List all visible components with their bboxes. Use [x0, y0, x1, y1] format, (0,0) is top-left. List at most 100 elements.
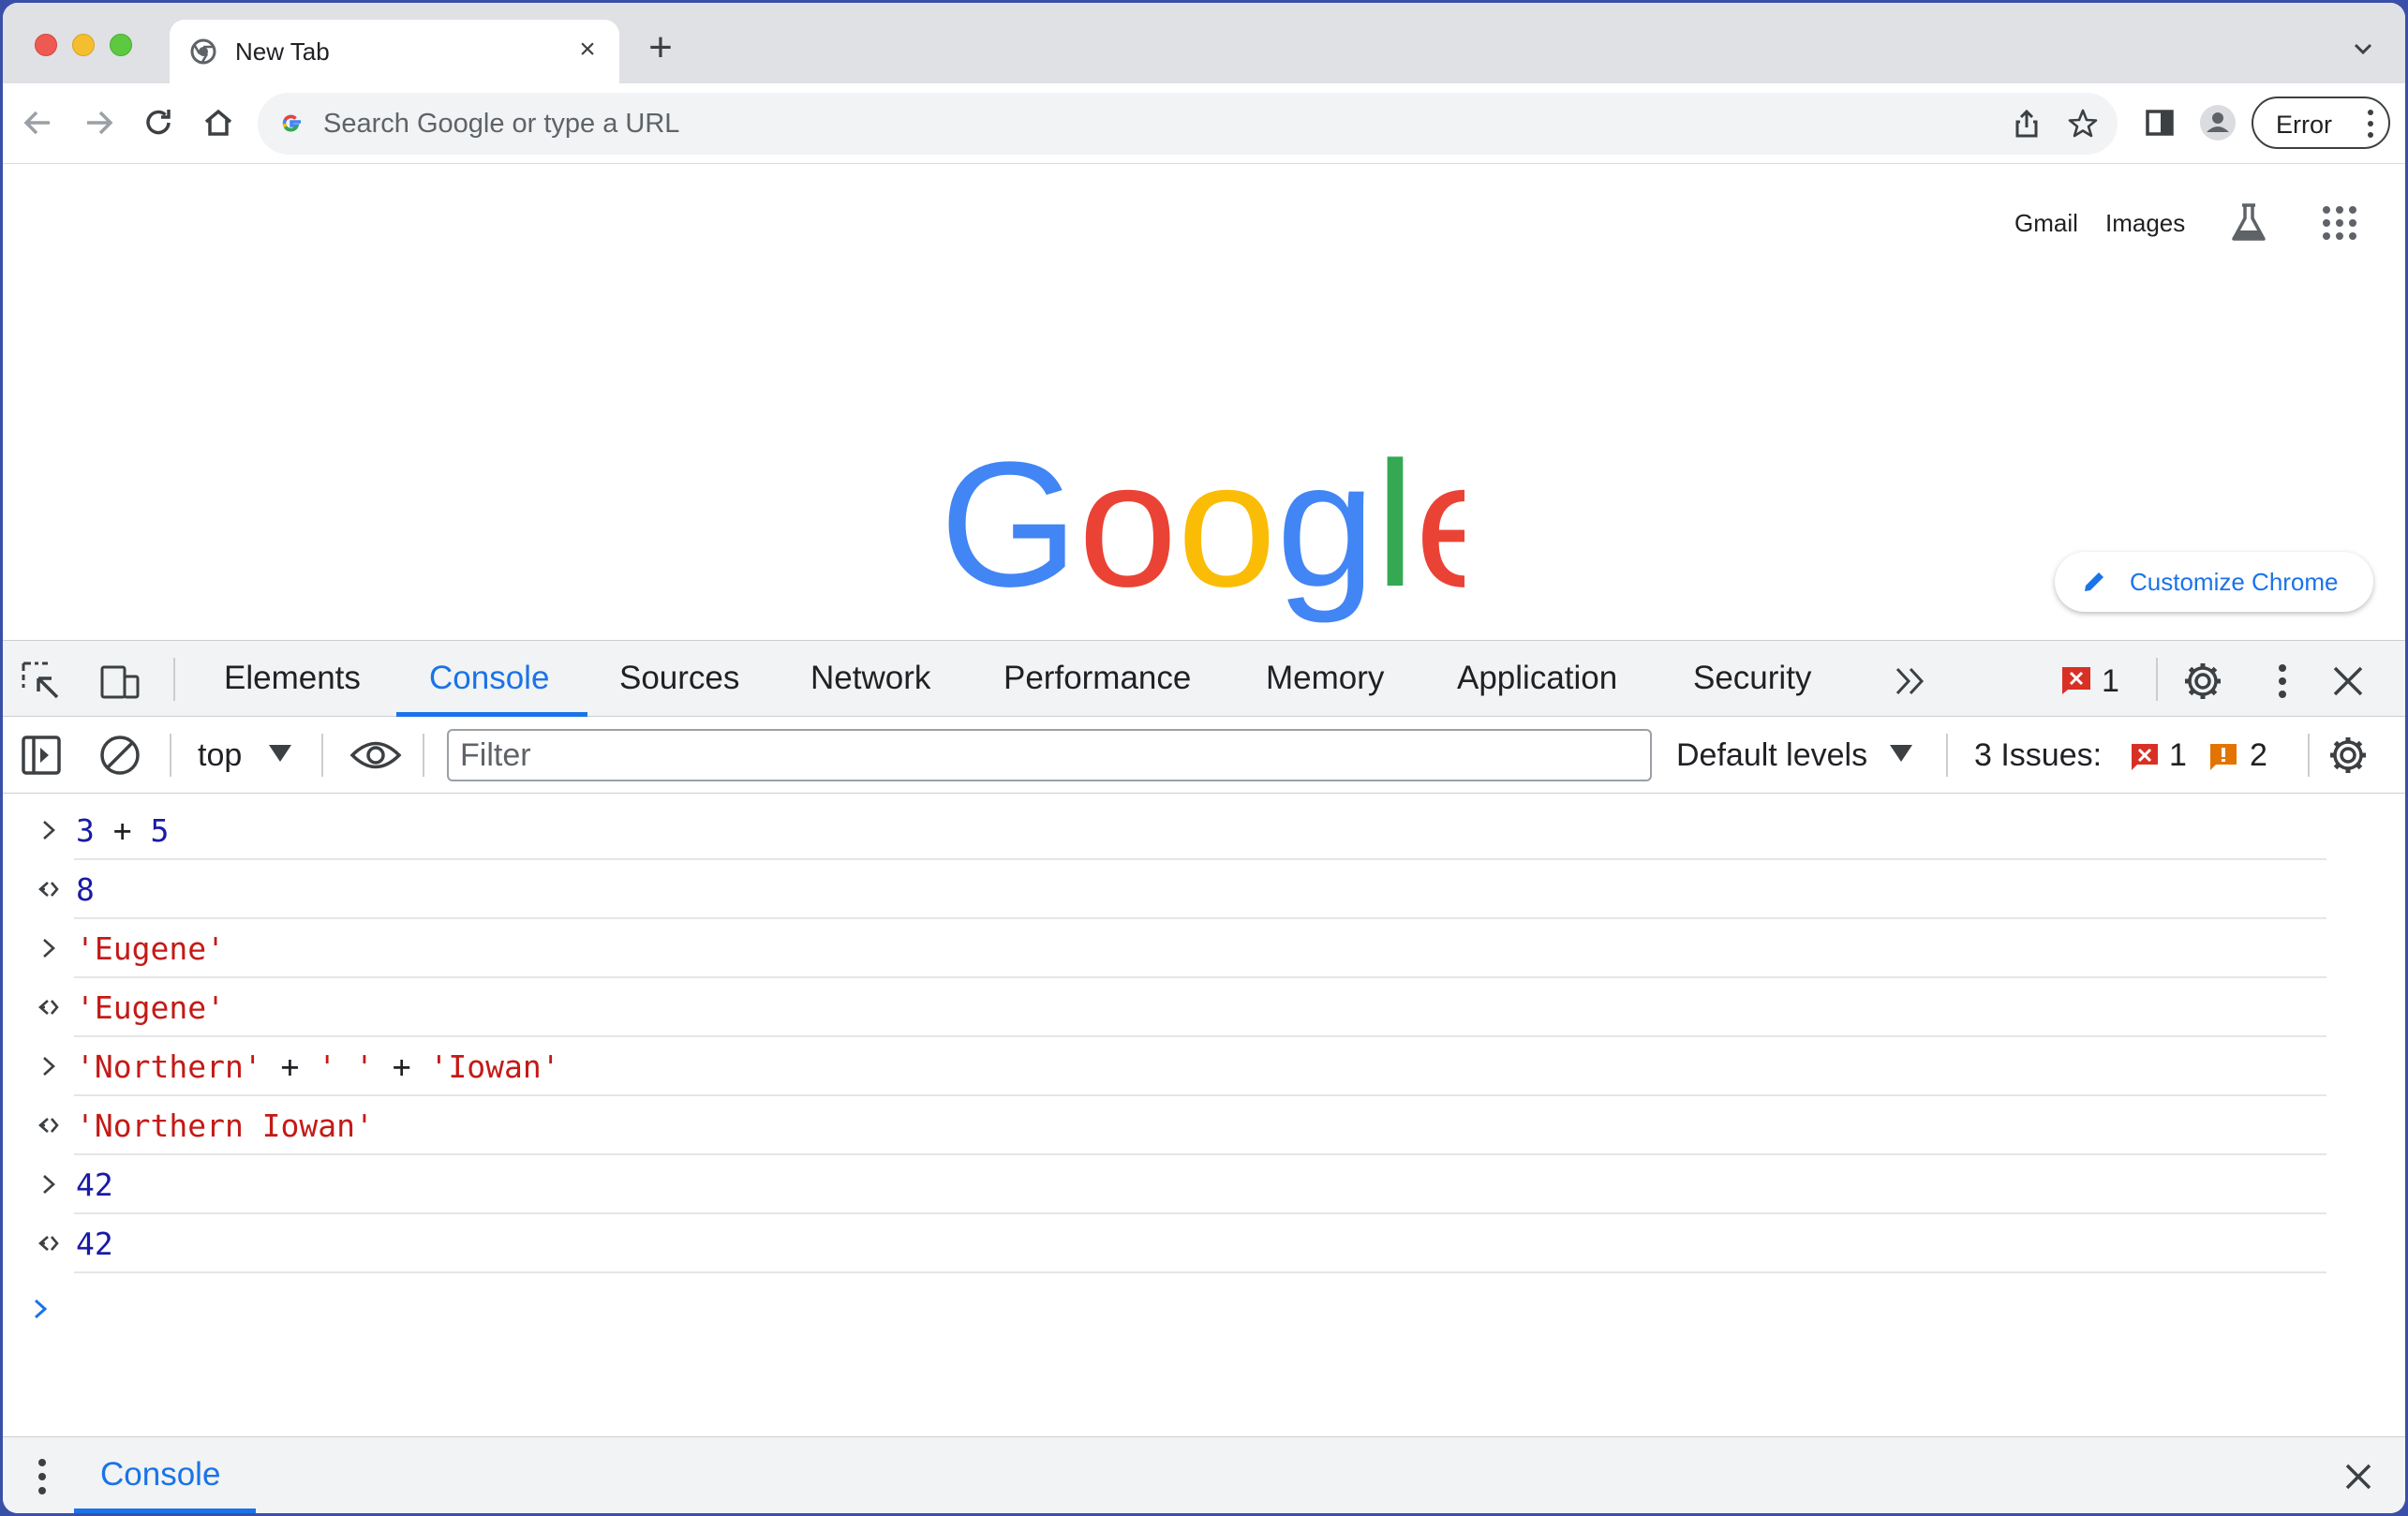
google-apps-grid-icon[interactable] [2322, 205, 2357, 241]
bookmark-star-icon[interactable] [2067, 108, 2099, 140]
console-token: ' ' [318, 1048, 374, 1085]
share-icon[interactable] [2011, 108, 2043, 140]
console-token: + [261, 1048, 319, 1085]
console-input-row[interactable]: 'Eugene' [3, 919, 2326, 978]
input-chevron-icon [43, 1057, 55, 1076]
device-toolbar-icon[interactable] [98, 660, 141, 703]
console-result-row[interactable]: 42 [3, 1214, 2326, 1273]
console-messages[interactable]: 3 + 5 8 'Eugene' 'Eugene' 'Northern' + ' ' +… [3, 794, 2405, 1440]
images-link[interactable]: Images [2105, 209, 2185, 238]
console-expression: 'Eugene' [76, 989, 225, 1026]
toolbar-divider [1946, 734, 1948, 777]
drawer-active-indicator [74, 1509, 256, 1513]
error-issue-icon [2132, 744, 2158, 770]
console-input-row[interactable]: 3 + 5 [3, 801, 2326, 860]
console-token: 3 [76, 812, 95, 849]
console-expression: 'Northern' + ' ' + 'Iowan' [76, 1048, 560, 1085]
warning-issue-count: 2 [2250, 737, 2267, 773]
console-filter-input[interactable] [447, 729, 1652, 781]
browser-toolbar: Search Google or type a URL Error [3, 83, 2405, 164]
caret-down-icon[interactable] [267, 743, 293, 764]
chevron-down-icon[interactable] [2349, 35, 2377, 63]
tab-new-tab[interactable]: New Tab × [170, 20, 619, 83]
settings-gear-icon[interactable] [2181, 660, 2224, 703]
close-devtools-icon[interactable] [2326, 660, 2370, 703]
drawer-menu-icon[interactable] [35, 1456, 50, 1497]
profile-error-button[interactable]: Error [2252, 97, 2390, 149]
console-input-row[interactable]: 'Northern' + ' ' + 'Iowan' [3, 1037, 2326, 1096]
omnibox-placeholder: Search Google or type a URL [323, 109, 680, 139]
result-arrow-icon [38, 1236, 59, 1251]
new-tab-button[interactable]: + [640, 27, 681, 70]
kebab-menu-icon [2368, 110, 2373, 138]
console-token: 'Northern Iowan' [76, 1107, 374, 1144]
tab-title: New Tab [235, 37, 330, 66]
pencil-icon [2085, 572, 2103, 591]
home-icon[interactable] [198, 102, 239, 143]
console-expression: 3 + 5 [76, 812, 169, 849]
chrome-icon [190, 38, 216, 65]
devtools-menu-icon[interactable] [2261, 660, 2304, 703]
profile-avatar-icon[interactable] [2197, 102, 2238, 143]
drawer-tab-console[interactable]: Console [100, 1456, 220, 1494]
tab-elements[interactable]: Elements [224, 660, 361, 697]
tab-performance[interactable]: Performance [1003, 660, 1191, 697]
caret-down-icon[interactable] [1888, 743, 1914, 764]
tab-application[interactable]: Application [1457, 660, 1617, 697]
console-expression: 42 [76, 1167, 113, 1203]
result-arrow-icon [38, 882, 59, 897]
js-context-selector[interactable]: top [198, 737, 242, 774]
customize-chrome-button[interactable]: Customize Chrome [2055, 552, 2373, 612]
omnibox[interactable]: Search Google or type a URL [258, 93, 2118, 155]
tab-security[interactable]: Security [1693, 660, 1811, 697]
forward-arrow-icon[interactable] [78, 102, 119, 143]
more-tabs-chevron-icon[interactable] [1890, 660, 1933, 703]
console-token: 'Eugene' [76, 989, 225, 1026]
toolbar-divider [321, 734, 323, 777]
sidebar-toggle-icon[interactable] [20, 734, 63, 777]
tab-console[interactable]: Console [429, 660, 549, 697]
labs-flask-icon[interactable] [2227, 201, 2270, 245]
console-token: 42 [76, 1226, 113, 1262]
console-prompt-chevron-icon [34, 1299, 48, 1319]
live-expression-eye-icon[interactable] [349, 734, 402, 777]
reload-icon[interactable] [138, 102, 179, 143]
console-token: 'Northern' [76, 1048, 262, 1085]
console-token: 5 [150, 812, 170, 849]
console-result-row[interactable]: 8 [3, 860, 2326, 919]
console-expression: 42 [76, 1226, 113, 1262]
console-expression: 'Northern Iowan' [76, 1107, 374, 1144]
clear-console-icon[interactable] [98, 734, 141, 777]
tab-network[interactable]: Network [810, 660, 930, 697]
back-arrow-icon[interactable] [18, 102, 59, 143]
google-logo-letter: G [940, 445, 1078, 624]
console-result-row[interactable]: 'Eugene' [3, 978, 2326, 1037]
profile-error-label: Error [2276, 111, 2332, 139]
error-badge-icon[interactable] [2060, 663, 2092, 695]
tab-sources[interactable]: Sources [619, 660, 739, 697]
log-levels-dropdown[interactable]: Default levels [1676, 737, 1867, 774]
warning-issue-icon [2210, 744, 2237, 770]
browser-window: New Tab × + Search Google or type a URL … [3, 3, 2405, 1513]
console-expression: 'Eugene' [76, 930, 225, 967]
error-issue-count: 1 [2169, 737, 2187, 773]
tab-memory[interactable]: Memory [1266, 660, 1384, 697]
toolbar-divider [423, 734, 424, 777]
console-input-row[interactable]: 42 [3, 1155, 2326, 1214]
close-window-button[interactable] [35, 34, 57, 56]
minimize-window-button[interactable] [72, 34, 95, 56]
maximize-window-button[interactable] [110, 34, 132, 56]
issues-link[interactable]: 3 Issues: [1974, 737, 2102, 774]
inspect-element-icon[interactable] [20, 660, 63, 703]
result-arrow-icon [38, 1000, 59, 1015]
console-result-row[interactable]: 'Northern Iowan' [3, 1096, 2326, 1155]
side-panel-icon[interactable] [2139, 102, 2180, 143]
gmail-link[interactable]: Gmail [2014, 209, 2078, 238]
google-logo: Google [940, 445, 1464, 624]
console-settings-gear-icon[interactable] [2326, 734, 2370, 777]
tab-close-icon[interactable]: × [572, 35, 602, 65]
result-arrow-icon [38, 1118, 59, 1133]
toolbar-divider [2156, 658, 2158, 701]
close-drawer-icon[interactable] [2341, 1460, 2375, 1494]
error-badge-count: 1 [2102, 663, 2119, 699]
